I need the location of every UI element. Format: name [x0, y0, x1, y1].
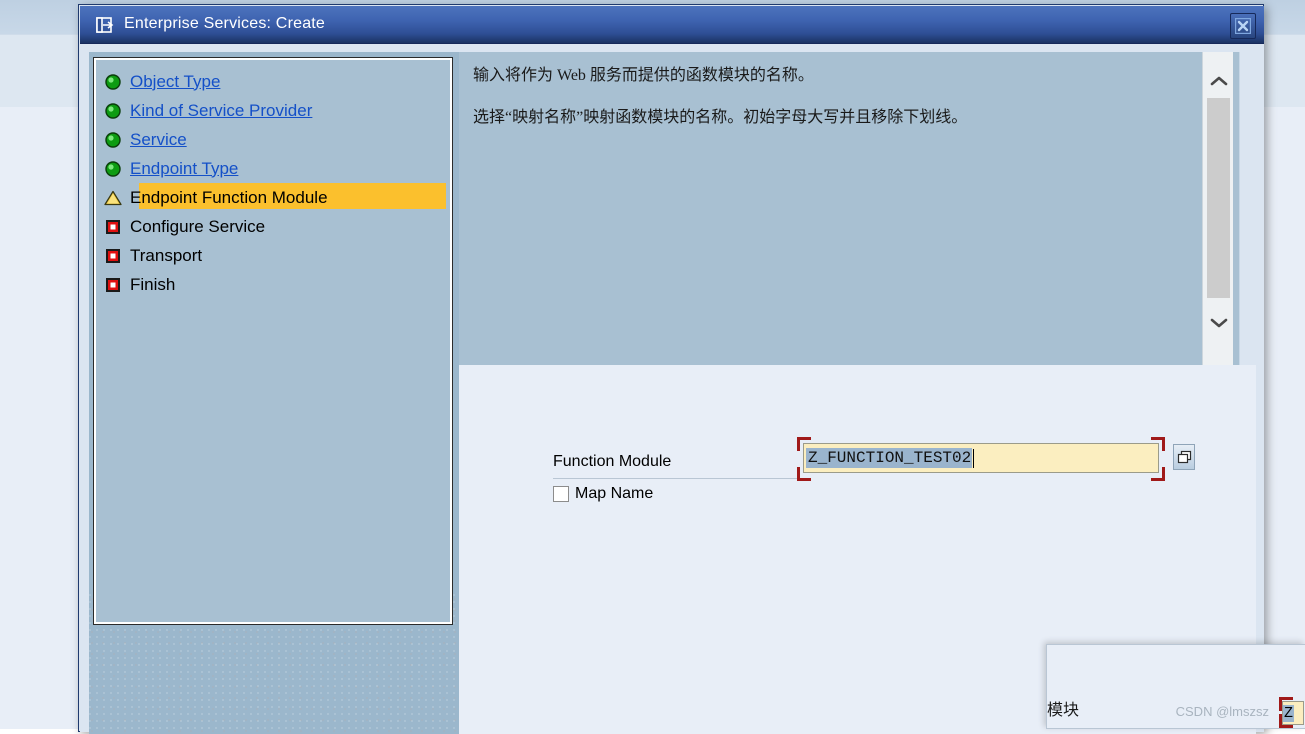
close-icon[interactable] [1230, 13, 1256, 39]
overlay-input-value: Z [1283, 704, 1295, 722]
sidebar-item-configure-service[interactable]: Configure Service [104, 212, 265, 241]
help-text-line-2: 选择“映射名称”映射函数模块的名称。初始字母大写并且移除下划线。 [473, 109, 968, 126]
function-module-label: Function Module [553, 453, 672, 470]
sidebar-item-label: Transport [130, 245, 203, 265]
overlay-input[interactable]: Z [1282, 701, 1304, 725]
sidebar-item-service[interactable]: Service [104, 125, 187, 154]
dialog-body: Object Type Kind of Service Provider Ser… [80, 44, 1264, 734]
red-square-icon [104, 247, 122, 265]
help-text-scrollbar[interactable] [1202, 52, 1233, 365]
yellow-triangle-icon [104, 189, 122, 207]
sidebar-item-finish[interactable]: Finish [104, 270, 175, 299]
sidebar-item-kind-of-service-provider[interactable]: Kind of Service Provider [104, 96, 312, 125]
sidebar-item-endpoint-function-module[interactable]: Endpoint Function Module [104, 183, 328, 212]
green-circle-icon [104, 73, 122, 91]
sidebar-item-label: Finish [130, 274, 176, 294]
text-caret [973, 448, 975, 468]
scrollbar-thumb[interactable] [1207, 98, 1230, 298]
csdn-watermark: CSDN @lmszsz [1175, 704, 1269, 719]
overlay-label: 模块 [1047, 702, 1080, 719]
green-circle-icon [104, 160, 122, 178]
foreground-overlay-window: 模块 CSDN @lmszsz Z [1046, 644, 1305, 729]
dialog-titlebar[interactable]: Enterprise Services: Create [80, 6, 1264, 44]
chevron-up-icon[interactable] [1203, 66, 1234, 96]
map-name-row[interactable]: Map Name [553, 485, 653, 503]
help-text-line-1: 输入将作为 Web 服务而提供的函数模块的名称。 [473, 67, 814, 84]
sidebar-item-object-type[interactable]: Object Type [104, 67, 220, 96]
dialog-export-icon [96, 16, 116, 34]
chevron-down-icon[interactable] [1203, 308, 1234, 338]
roadmap-step-list: Object Type Kind of Service Provider Ser… [93, 57, 453, 625]
sidebar-item-label: Service [130, 129, 187, 149]
field-divider [553, 478, 801, 479]
green-circle-icon [104, 131, 122, 149]
content-column: 输入将作为 Web 服务而提供的函数模块的名称。 选择“映射名称”映射函数模块的… [459, 52, 1256, 734]
sidebar-item-label: Configure Service [130, 216, 266, 236]
red-square-icon [104, 276, 122, 294]
sidebar-item-endpoint-type[interactable]: Endpoint Type [104, 154, 238, 183]
sidebar-item-label: Kind of Service Provider [130, 100, 313, 120]
green-circle-icon [104, 102, 122, 120]
sidebar-item-transport[interactable]: Transport [104, 241, 202, 270]
value-help-icon[interactable] [1173, 444, 1195, 470]
map-name-label: Map Name [575, 485, 654, 502]
roadmap-panel: Object Type Kind of Service Provider Ser… [89, 52, 469, 734]
map-name-checkbox[interactable] [553, 486, 569, 502]
sidebar-item-label: Endpoint Function Module [130, 187, 328, 207]
sidebar-item-label: Object Type [130, 71, 221, 91]
enterprise-services-dialog: Enterprise Services: Create Object Type … [78, 4, 1264, 734]
function-module-input[interactable]: Z_FUNCTION_TEST02 [803, 443, 1159, 473]
dialog-title: Enterprise Services: Create [124, 15, 326, 32]
sidebar-item-label: Endpoint Type [130, 158, 239, 178]
help-text-panel: 输入将作为 Web 服务而提供的函数模块的名称。 选择“映射名称”映射函数模块的… [459, 52, 1240, 365]
red-square-icon [104, 218, 122, 236]
function-module-input-value: Z_FUNCTION_TEST02 [806, 448, 973, 468]
